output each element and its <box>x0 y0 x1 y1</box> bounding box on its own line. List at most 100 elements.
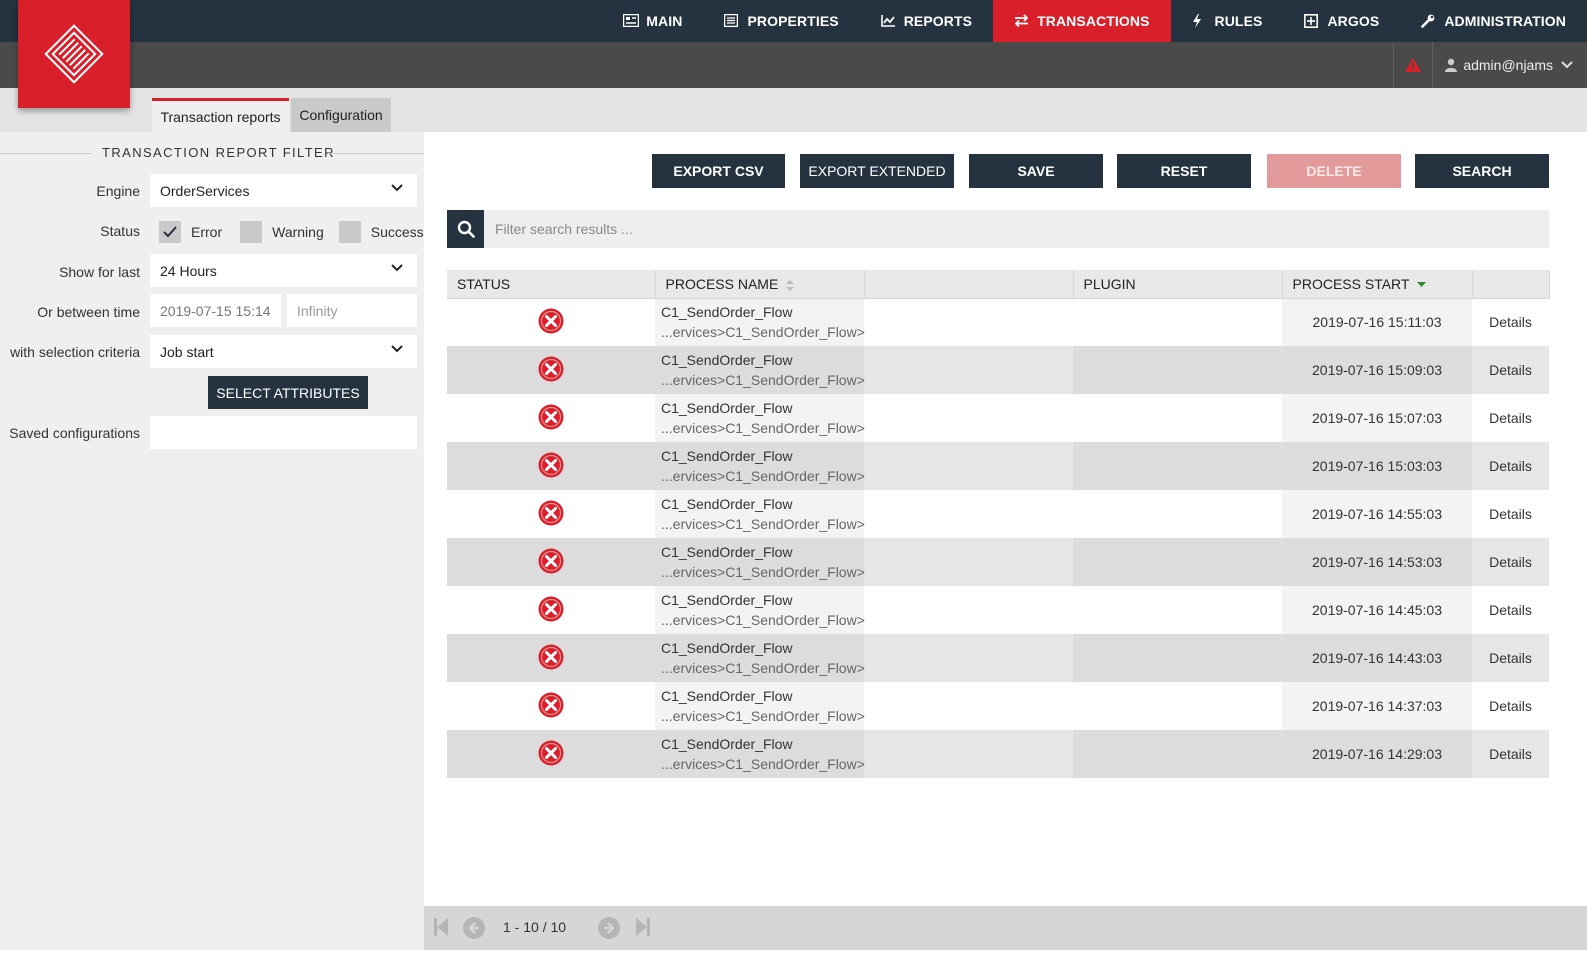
process-start-cell: 2019-07-16 14:45:03 <box>1282 586 1472 634</box>
main-nav: MAIN PROPERTIES REPORTS TRANSACTIONS RUL… <box>602 0 1587 42</box>
criteria-select[interactable]: Job start <box>150 335 417 368</box>
tab-transaction-reports[interactable]: Transaction reports <box>152 98 289 132</box>
details-link[interactable]: Details <box>1472 298 1549 346</box>
nav-main[interactable]: MAIN <box>602 0 703 42</box>
process-path: ...ervices>C1_SendOrder_Flow> <box>661 516 865 532</box>
details-link[interactable]: Details <box>1472 682 1549 730</box>
saved-config-input[interactable] <box>150 416 417 449</box>
table-row[interactable]: C1_SendOrder_Flow ...ervices>C1_SendOrder… <box>447 538 1549 586</box>
select-attributes-button[interactable]: SELECT ATTRIBUTES <box>208 376 368 409</box>
process-start-cell: 2019-07-16 14:53:03 <box>1282 538 1472 586</box>
empty-cell <box>864 442 1073 490</box>
error-status-icon <box>538 308 564 334</box>
delete-button[interactable]: DELETE <box>1267 154 1401 188</box>
reset-button[interactable]: RESET <box>1117 154 1251 188</box>
plugin-cell <box>1073 730 1282 778</box>
status-cell <box>447 634 655 682</box>
plugin-cell <box>1073 394 1282 442</box>
process-path: ...ervices>C1_SendOrder_Flow> <box>661 324 865 341</box>
empty-cell <box>864 730 1073 778</box>
engine-value: OrderServices <box>160 182 250 199</box>
table-row[interactable]: C1_SendOrder_Flow ...ervices>C1_SendOrder… <box>447 634 1549 682</box>
col-header-process-name[interactable]: PROCESS NAME <box>655 270 865 299</box>
empty-cell <box>864 298 1073 346</box>
status-label: Status <box>100 223 140 239</box>
tab-configuration[interactable]: Configuration <box>291 98 391 132</box>
plugin-cell <box>1073 682 1282 730</box>
between-to-input[interactable]: Infinity <box>287 294 417 327</box>
process-start-cell: 2019-07-16 15:03:03 <box>1282 442 1472 490</box>
process-name-cell: C1_SendOrder_Flow ...ervices>C1_SendOrder… <box>655 634 865 682</box>
search-icon[interactable] <box>447 210 484 248</box>
col-header-process-start-label: PROCESS START <box>1292 275 1410 292</box>
col-header-process-start[interactable]: PROCESS START <box>1282 270 1473 299</box>
table-row[interactable]: C1_SendOrder_Flow ...ervices>C1_SendOrder… <box>447 346 1549 394</box>
engine-select[interactable]: OrderServices <box>150 174 417 207</box>
table-row[interactable]: C1_SendOrder_Flow ...ervices>C1_SendOrder… <box>447 730 1549 778</box>
details-link[interactable]: Details <box>1472 394 1549 442</box>
table-row[interactable]: C1_SendOrder_Flow ...ervices>C1_SendOrder… <box>447 586 1549 634</box>
previous-page-icon[interactable] <box>463 917 485 939</box>
top-nav-bar: MAIN PROPERTIES REPORTS TRANSACTIONS RUL… <box>0 0 1587 42</box>
export-csv-button[interactable]: EXPORT CSV <box>652 154 785 188</box>
status-success-checkbox[interactable] <box>338 221 361 243</box>
search-input[interactable]: Filter search results ... <box>495 210 633 248</box>
process-name-cell: C1_SendOrder_Flow ...ervices>C1_SendOrder… <box>655 730 865 778</box>
process-path: ...ervices>C1_SendOrder_Flow> <box>661 468 865 484</box>
error-status-icon <box>538 692 564 717</box>
error-status-icon <box>538 740 564 765</box>
between-from-input[interactable]: 2019-07-15 15:14 <box>150 294 281 327</box>
col-header-status[interactable]: STATUS <box>447 270 656 299</box>
error-status-icon <box>538 356 564 381</box>
first-page-icon[interactable] <box>434 918 448 936</box>
status-cell <box>447 586 655 634</box>
table-row[interactable]: C1_SendOrder_Flow ...ervices>C1_SendOrder… <box>447 682 1549 730</box>
details-link[interactable]: Details <box>1472 490 1549 538</box>
process-start-cell: 2019-07-16 14:43:03 <box>1282 634 1472 682</box>
last-page-icon[interactable] <box>636 918 650 936</box>
plus-square-icon <box>1304 14 1319 28</box>
process-name: C1_SendOrder_Flow <box>661 688 793 704</box>
table-row[interactable]: C1_SendOrder_Flow ...ervices>C1_SendOrder… <box>447 298 1549 346</box>
process-name-cell: C1_SendOrder_Flow ...ervices>C1_SendOrder… <box>655 442 865 490</box>
process-start-cell: 2019-07-16 14:55:03 <box>1282 490 1472 538</box>
next-page-icon[interactable] <box>598 917 620 939</box>
nav-transactions[interactable]: TRANSACTIONS <box>993 0 1171 42</box>
nav-argos[interactable]: ARGOS <box>1283 0 1400 42</box>
nav-rules[interactable]: RULES <box>1171 0 1284 42</box>
error-status-icon <box>538 452 564 477</box>
save-button[interactable]: SAVE <box>969 154 1103 188</box>
col-header-plugin[interactable]: PLUGIN <box>1073 270 1283 299</box>
search-button[interactable]: SEARCH <box>1415 154 1549 188</box>
empty-cell <box>864 682 1073 730</box>
user-icon <box>1445 58 1458 72</box>
process-path: ...ervices>C1_SendOrder_Flow> <box>661 612 865 628</box>
details-link[interactable]: Details <box>1472 586 1549 634</box>
nav-reports[interactable]: REPORTS <box>860 0 993 42</box>
status-warning-checkbox[interactable] <box>240 221 263 243</box>
details-link[interactable]: Details <box>1472 346 1549 394</box>
details-link[interactable]: Details <box>1472 538 1549 586</box>
criteria-value: Job start <box>160 343 214 360</box>
status-error-checkbox[interactable] <box>159 221 181 243</box>
nav-administration[interactable]: ADMINISTRATION <box>1400 0 1587 42</box>
alerts-button[interactable] <box>1393 42 1434 88</box>
tab-bar: Transaction reports Configuration <box>0 88 1587 132</box>
process-start-cell: 2019-07-16 15:09:03 <box>1282 346 1472 394</box>
plugin-cell <box>1073 298 1282 346</box>
process-start-cell: 2019-07-16 15:07:03 <box>1282 394 1472 442</box>
details-link[interactable]: Details <box>1472 634 1549 682</box>
details-link[interactable]: Details <box>1472 730 1549 778</box>
saved-config-label: Saved configurations <box>9 425 140 441</box>
process-name-cell: C1_SendOrder_Flow ...ervices>C1_SendOrder… <box>655 346 865 394</box>
table-row[interactable]: C1_SendOrder_Flow ...ervices>C1_SendOrder… <box>447 394 1549 442</box>
table-row[interactable]: C1_SendOrder_Flow ...ervices>C1_SendOrder… <box>447 442 1549 490</box>
export-extended-button[interactable]: EXPORT EXTENDED <box>800 154 954 188</box>
nav-properties[interactable]: PROPERTIES <box>703 0 859 42</box>
app-logo[interactable] <box>18 0 130 108</box>
showlast-select[interactable]: 24 Hours <box>150 254 417 287</box>
table-row[interactable]: C1_SendOrder_Flow ...ervices>C1_SendOrder… <box>447 490 1549 538</box>
details-link[interactable]: Details <box>1472 442 1549 490</box>
table-header-row: STATUS PROCESS NAME PLUGIN PROCESS START <box>447 270 1550 299</box>
user-menu[interactable]: admin@njams <box>1433 42 1587 88</box>
